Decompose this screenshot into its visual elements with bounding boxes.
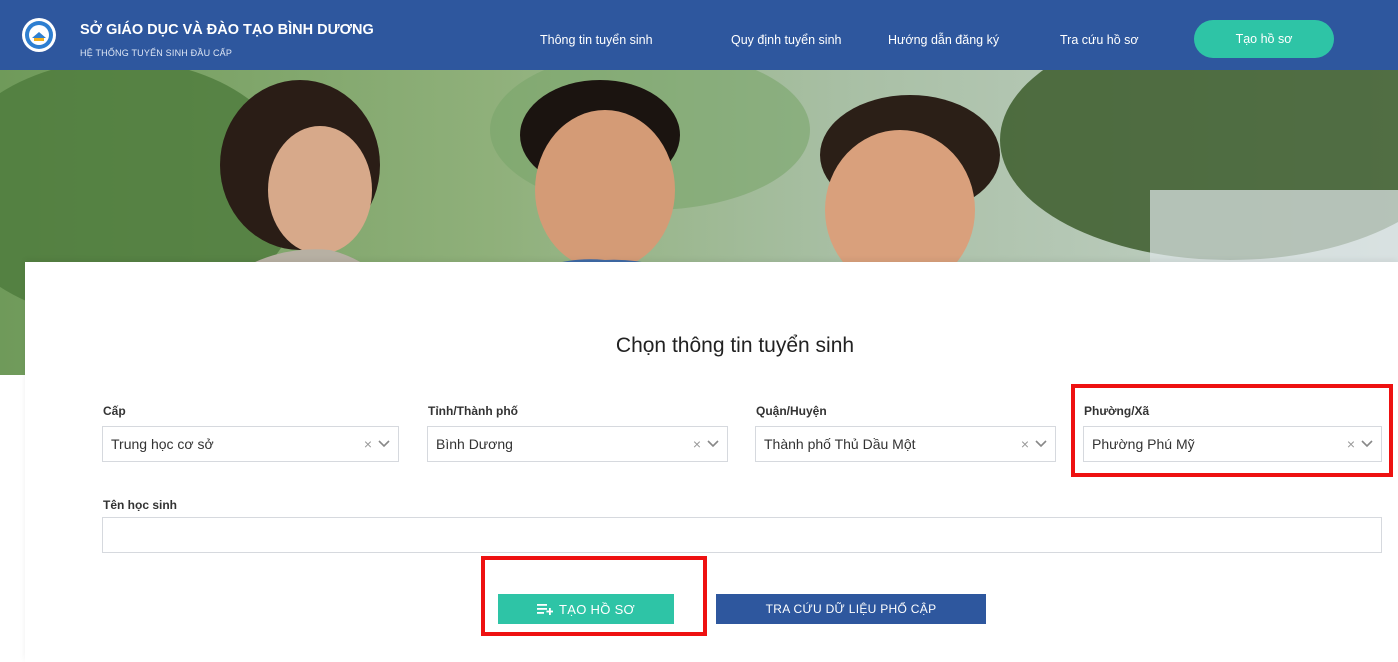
create-profile-nav-button[interactable]: Tạo hồ sơ — [1194, 20, 1334, 58]
lookup-universal-data-button[interactable]: TRA CỨU DỮ LIỆU PHỔ CẬP — [716, 594, 986, 624]
site-title[interactable]: SỞ GIÁO DỤC VÀ ĐÀO TẠO BÌNH DƯƠNG — [80, 22, 374, 38]
level-selected-value: Trung học cơ sở — [111, 436, 214, 452]
clear-icon[interactable]: × — [364, 436, 372, 452]
ward-label: Phường/Xã — [1084, 404, 1150, 418]
student-name-input[interactable] — [102, 517, 1382, 553]
form-title: Chọn thông tin tuyển sinh — [615, 334, 855, 357]
chevron-down-icon[interactable] — [707, 440, 719, 448]
nav-lookup-profile[interactable]: Tra cứu hồ sơ — [1060, 33, 1139, 47]
ward-selected-value: Phường Phú Mỹ — [1092, 436, 1195, 452]
department-logo-icon[interactable] — [22, 18, 56, 52]
province-select[interactable]: Bình Dương × — [427, 426, 728, 462]
list-add-icon — [537, 602, 554, 616]
chevron-down-icon[interactable] — [1361, 440, 1373, 448]
student-name-label: Tên học sinh — [103, 498, 178, 512]
clear-icon[interactable]: × — [1347, 436, 1355, 452]
chevron-down-icon[interactable] — [1035, 440, 1047, 448]
nav-admission-info[interactable]: Thông tin tuyển sinh — [540, 33, 653, 47]
nav-registration-guide[interactable]: Hướng dẫn đăng ký — [888, 33, 999, 47]
form-card — [25, 262, 1398, 662]
create-profile-button-label: TẠO HỒ SƠ — [559, 601, 635, 617]
level-select[interactable]: Trung học cơ sở × — [102, 426, 399, 462]
province-selected-value: Bình Dương — [436, 436, 513, 452]
ward-select[interactable]: Phường Phú Mỹ × — [1083, 426, 1382, 462]
district-selected-value: Thành phố Thủ Dầu Một — [764, 436, 916, 452]
district-select[interactable]: Thành phố Thủ Dầu Một × — [755, 426, 1056, 462]
chevron-down-icon[interactable] — [378, 440, 390, 448]
clear-icon[interactable]: × — [1021, 436, 1029, 452]
clear-icon[interactable]: × — [693, 436, 701, 452]
level-label: Cấp — [103, 404, 126, 418]
province-label: Tỉnh/Thành phố — [428, 404, 518, 418]
district-label: Quận/Huyện — [756, 404, 827, 418]
nav-admission-rules[interactable]: Quy định tuyển sinh — [731, 33, 842, 47]
top-navigation-bar: SỞ GIÁO DỤC VÀ ĐÀO TẠO BÌNH DƯƠNG HỆ THỐ… — [0, 0, 1398, 70]
create-profile-button[interactable]: TẠO HỒ SƠ — [498, 594, 674, 624]
site-subtitle: HỆ THỐNG TUYỂN SINH ĐẦU CẤP — [80, 48, 233, 58]
